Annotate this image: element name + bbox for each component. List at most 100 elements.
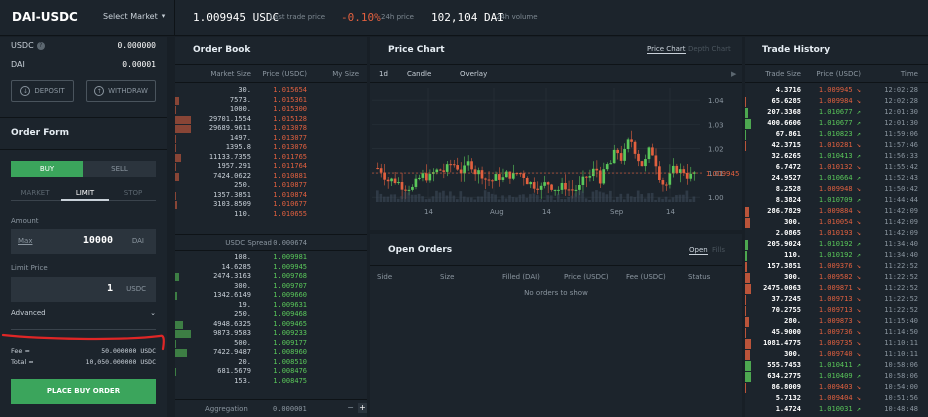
bid-depth-bar [175,349,187,357]
chart-type-select[interactable]: Candle [407,70,431,78]
candle-body [376,168,379,170]
candle-body [379,168,383,173]
place-buy-order-button[interactable]: PLACE BUY ORDER [11,379,156,404]
depth-chart-tab[interactable]: Depth Chart [688,45,731,53]
volume-bar [689,199,692,202]
arrow-up-circle-icon: ↑ [94,86,105,96]
candle-body [404,189,407,191]
deposit-button[interactable]: ↓ DEPOSIT [11,80,74,102]
buy-tab[interactable]: BUY [11,161,83,177]
trade-price: 1.009403 ↘ [818,383,861,391]
help-icon[interactable]: ? [36,41,45,50]
ask-price: 1.013076 [273,143,307,151]
open-tab[interactable]: Open [689,246,708,255]
ask-depth-bar [175,125,191,133]
candle-body [633,141,637,154]
interval-select[interactable]: 1d [379,70,388,78]
candle-body [668,173,672,185]
ask-row[interactable]: 1395.8 1.013076 [175,143,367,153]
ask-row[interactable]: 1000. 1.015300 [175,105,367,115]
limit-price-input[interactable]: 1 USDC [11,277,156,302]
ask-price: 1.013077 [273,133,307,142]
market-tab[interactable]: MARKET [11,189,59,197]
bid-size: 20. [238,357,251,366]
trade-time: 12:02:28 [884,86,918,94]
bid-row[interactable]: 4948.6325 1.009465 [175,320,367,330]
bid-row[interactable]: 1342.6149 1.009660 [175,291,367,301]
aggregation-minus-button[interactable]: − [346,403,355,413]
fee-value: 50.000000 USDC [101,347,156,355]
ask-row[interactable]: 1957.291 1.011764 [175,162,367,172]
ob-col-price: Price (USDC) [262,70,307,78]
bid-row[interactable]: 153. 1.008475 [175,377,367,387]
overlay-select[interactable]: Overlay [460,70,487,78]
sell-tab[interactable]: SELL [83,161,156,177]
ask-size: 250. [234,181,251,189]
candle-body [470,161,473,170]
withdraw-button[interactable]: ↑ WITHDRAW [86,80,156,102]
bid-row[interactable]: 14.6285 1.009945 [175,263,367,273]
bid-price: 1.009768 [273,272,307,280]
bid-row[interactable]: 250. 1.009468 [175,310,367,320]
ask-size: 110. [234,209,251,218]
candle-body [466,161,470,166]
limit-tab[interactable]: LIMIT [61,189,109,197]
bid-row[interactable]: 108. 1.009981 [175,253,367,263]
bid-row[interactable]: 300. 1.009707 [175,282,367,292]
ask-size: 1497. [229,133,251,142]
ask-row[interactable]: 11133.7355 1.011765 [175,153,367,163]
bid-depth-bar [175,368,176,376]
volume-bar [588,199,591,202]
candle-body [664,184,668,186]
trade-volume-bar [745,119,751,129]
bid-row[interactable]: 19. 1.009631 [175,301,367,311]
ask-row[interactable]: 30. 1.015654 [175,86,367,96]
oo-col-price: Price (USDC) [564,273,609,281]
candle-body [400,182,404,190]
bid-row[interactable]: 681.5679 1.008476 [175,367,367,377]
ask-row[interactable]: 1357.3851 1.010874 [175,191,367,201]
bid-row[interactable]: 20. 1.008510 [175,358,367,368]
trade-size: 207.3368 [767,108,801,116]
fills-tab[interactable]: Fills [712,246,725,254]
candle-body [435,169,439,173]
open-orders-title: Open Orders [388,245,453,255]
bid-row[interactable]: 2474.3163 1.009768 [175,272,367,282]
trade-price: 1.009884 ↘ [818,207,861,215]
stop-tab[interactable]: STOP [109,189,157,197]
ask-row[interactable]: 1497. 1.013077 [175,134,367,144]
bid-row[interactable]: 7422.9487 1.008960 [175,348,367,358]
ask-row[interactable]: 250. 1.010877 [175,181,367,191]
bid-row[interactable]: 500. 1.009177 [175,339,367,349]
ask-row[interactable]: 7424.0622 1.010881 [175,172,367,182]
volume-bar [490,193,494,202]
candle-body [689,173,693,179]
volume-bar [424,199,428,202]
max-link[interactable]: Max [18,237,32,245]
bid-row[interactable]: 9873.9583 1.009233 [175,329,367,339]
candle-body [508,171,512,179]
candle-body [445,164,449,172]
select-market-dropdown[interactable]: Select Market ▾ [103,12,165,21]
trade-price: 1.009873 ↘ [818,317,861,325]
volume-bar [511,196,515,202]
aggregation-plus-button[interactable]: + [358,403,367,413]
bid-price: 1.009468 [273,310,307,318]
price-chart-tab[interactable]: Price Chart [647,45,686,54]
ask-row[interactable]: 7573. 1.015361 [175,96,367,106]
candle-chart[interactable]: 1.041.031.021.011.0014 Aug 14 Sep 141.009945 [370,84,742,230]
ask-row[interactable]: 3103.8509 1.010677 [175,200,367,210]
advanced-toggle[interactable]: Advanced ⌄ [11,309,156,317]
amount-input[interactable]: Max 10000 DAI [11,229,156,254]
volume-bar [546,195,550,202]
play-icon[interactable]: ▶ [731,70,736,78]
ask-size: 29701.1554 [208,114,251,123]
volume-bar [577,190,581,202]
ask-row[interactable]: 29701.1554 1.015128 [175,115,367,125]
ask-row[interactable]: 110. 1.010655 [175,210,367,220]
ask-row[interactable]: 29689.9611 1.013078 [175,124,367,134]
ask-depth-bar [175,134,176,143]
ask-price: 1.013078 [273,124,307,132]
volume-bar [616,196,619,202]
trade-volume-bar [745,262,747,272]
